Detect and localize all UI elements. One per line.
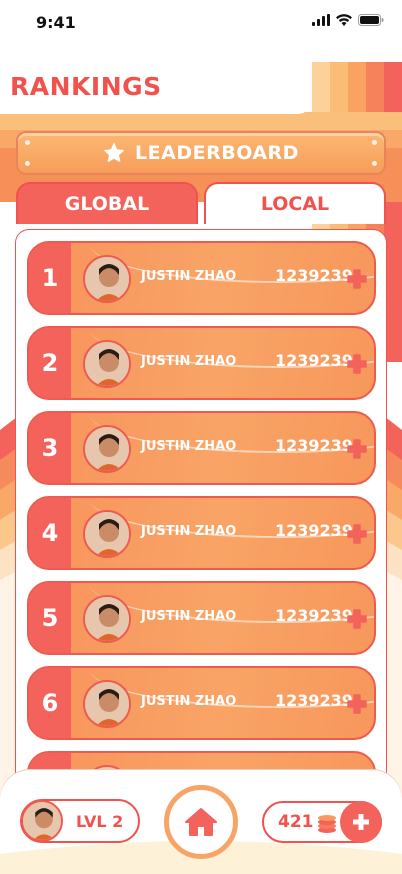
plus-icon[interactable] (347, 609, 367, 629)
player-name: JUSTIN ZHAO (141, 439, 237, 454)
rank-badge: 4 (29, 498, 71, 568)
player-score: 1239239 (275, 521, 353, 540)
tab-global[interactable]: GLOBAL (16, 182, 198, 224)
player-score: 1239239 (275, 606, 353, 625)
tab-local[interactable]: LOCAL (204, 182, 386, 224)
avatar (83, 680, 131, 728)
rivet (372, 161, 377, 166)
avatar (83, 425, 131, 473)
plus-icon[interactable] (347, 524, 367, 544)
ranking-row[interactable]: 5 JUSTIN ZHAO 1239239 (27, 581, 376, 655)
star-icon (104, 143, 124, 162)
plus-icon[interactable] (347, 439, 367, 459)
coins-indicator[interactable]: 421 (262, 801, 382, 843)
plus-icon[interactable] (347, 354, 367, 374)
coin-stack-icon (318, 815, 336, 833)
ranking-row[interactable]: 6 JUSTIN ZHAO 1239239 (27, 666, 376, 740)
rank-number: 1 (41, 264, 59, 292)
player-score: 1239239 (275, 436, 353, 455)
avatar (83, 255, 131, 303)
player-name: JUSTIN ZHAO (141, 694, 237, 709)
plus-icon[interactable] (347, 269, 367, 289)
banner-label: LEADERBOARD (135, 142, 299, 164)
battery-icon (358, 14, 384, 26)
rank-badge: 6 (29, 668, 71, 738)
ranking-row[interactable]: 3 JUSTIN ZHAO 1239239 (27, 411, 376, 485)
plus-icon[interactable] (347, 694, 367, 714)
page-title: RANKINGS (10, 72, 162, 101)
player-name: JUSTIN ZHAO (141, 354, 237, 369)
rank-number: 3 (41, 434, 59, 462)
player-score: 1239239 (275, 351, 353, 370)
leaderboard-banner: LEADERBOARD (16, 131, 386, 175)
rank-badge: 5 (29, 583, 71, 653)
status-bar: 9:41 (0, 0, 402, 44)
ranking-row[interactable]: 2 JUSTIN ZHAO 1239239 (27, 326, 376, 400)
avatar (83, 595, 131, 643)
rank-number: 5 (41, 604, 59, 632)
ranking-row[interactable]: 4 JUSTIN ZHAO 1239239 (27, 496, 376, 570)
player-score: 1239239 (275, 266, 353, 285)
signal-icon (312, 14, 330, 26)
avatar (21, 800, 63, 842)
player-name: JUSTIN ZHAO (141, 609, 237, 624)
ranking-list[interactable]: 1 JUSTIN ZHAO 1239239 2 JUSTIN ZHAO 1239… (15, 229, 387, 849)
rivet (372, 140, 377, 145)
home-icon (185, 808, 217, 836)
home-button[interactable] (164, 785, 238, 859)
rivet (25, 161, 30, 166)
rankings-screen: 9:41 RANKINGS LEADERBOARD GLOBAL LOCAL 1… (0, 0, 402, 874)
level-indicator[interactable]: LVL 2 (20, 799, 140, 843)
rank-number: 4 (41, 519, 59, 547)
player-name: JUSTIN ZHAO (141, 524, 237, 539)
status-icons (312, 14, 384, 26)
rank-badge: 3 (29, 413, 71, 483)
avatar (83, 340, 131, 388)
player-name: JUSTIN ZHAO (141, 269, 237, 284)
ranking-row[interactable]: 1 JUSTIN ZHAO 1239239 (27, 241, 376, 315)
status-time: 9:41 (36, 13, 76, 32)
coins-count: 421 (278, 812, 314, 832)
plus-icon (353, 814, 369, 830)
rank-badge: 1 (29, 243, 71, 313)
tab-global-label: GLOBAL (64, 193, 150, 215)
wifi-icon (336, 14, 352, 26)
tab-local-label: LOCAL (260, 193, 330, 215)
rank-number: 2 (41, 349, 59, 377)
avatar (83, 510, 131, 558)
rivet (25, 140, 30, 145)
add-coins-button[interactable] (340, 801, 382, 843)
rank-badge: 2 (29, 328, 71, 398)
level-label: LVL 2 (76, 812, 124, 831)
rank-number: 6 (41, 689, 59, 717)
player-score: 1239239 (275, 691, 353, 710)
